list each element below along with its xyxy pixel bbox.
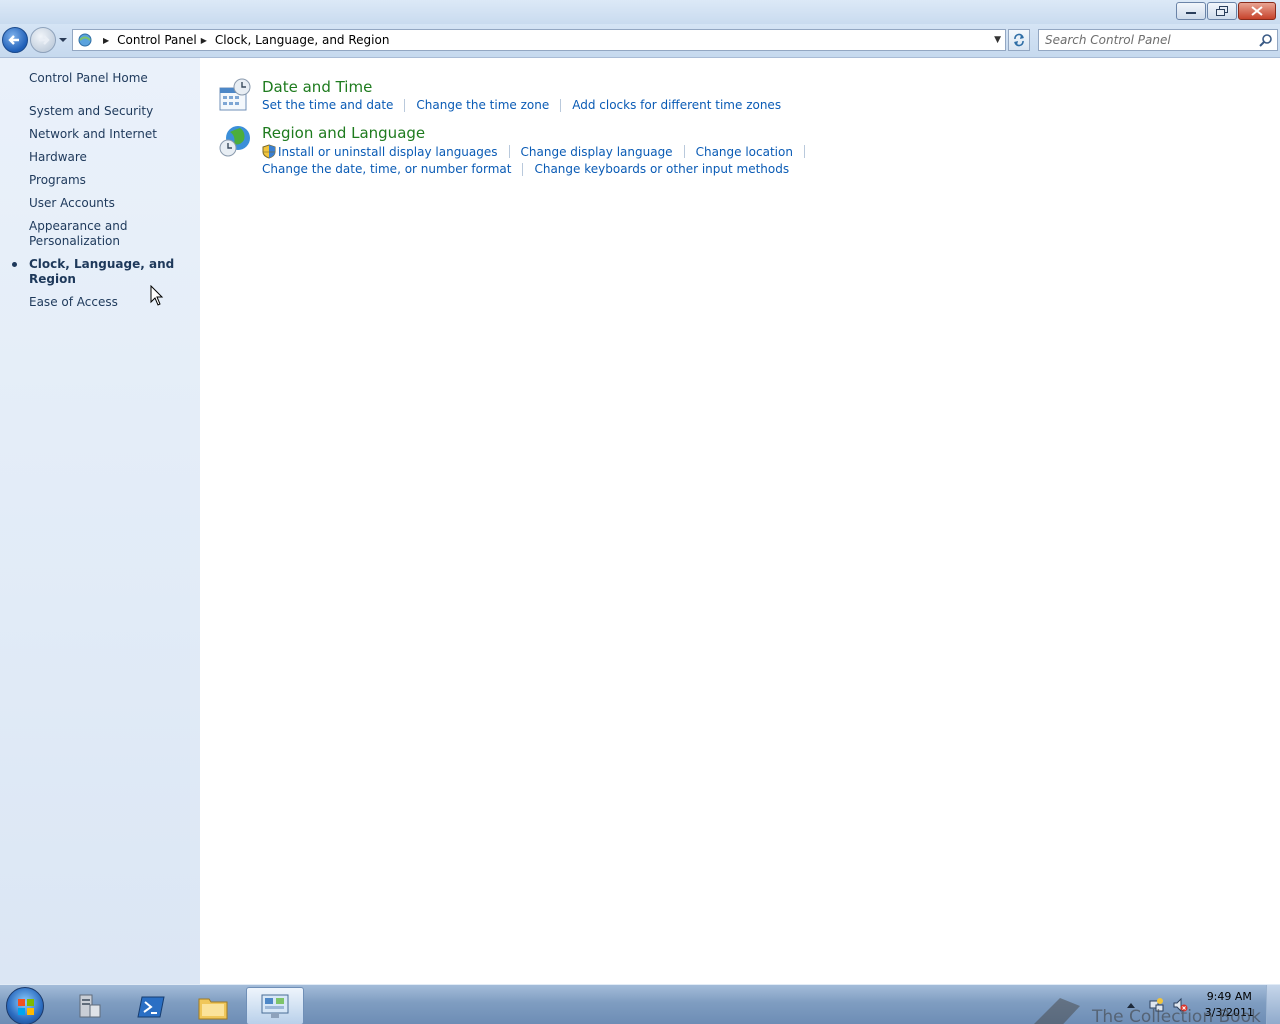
change-time-zone-link[interactable]: Change the time zone	[416, 98, 549, 112]
control-panel-icon	[261, 994, 289, 1018]
show-desktop-button[interactable]	[1266, 985, 1280, 1024]
minimize-icon	[1186, 12, 1196, 14]
active-bullet-icon	[12, 262, 17, 267]
sidebar-category-list: System and Security Network and Internet…	[12, 104, 194, 318]
change-keyboards-link[interactable]: Change keyboards or other input methods	[534, 162, 789, 176]
change-location-link[interactable]: Change location	[696, 145, 793, 159]
address-bar[interactable]: ▶ Control Panel ▶ Clock, Language, and R…	[72, 29, 1006, 51]
refresh-button[interactable]	[1008, 29, 1030, 51]
recent-pages-dropdown[interactable]	[57, 32, 69, 48]
sidebar-item-system-and-security[interactable]: System and Security	[29, 104, 194, 119]
forward-button[interactable]	[30, 27, 56, 53]
link-divider	[508, 145, 510, 158]
sidebar-item-programs[interactable]: Programs	[29, 173, 194, 188]
navigation-bar: ▶ Control Panel ▶ Clock, Language, and R…	[0, 24, 1280, 58]
minimize-button[interactable]	[1176, 2, 1206, 20]
taskbar-explorer[interactable]	[184, 987, 242, 1024]
region-and-language-links-row-1: Install or uninstall display languages C…	[262, 144, 816, 159]
windows-logo-icon	[18, 999, 34, 1015]
mouse-cursor-icon	[150, 285, 164, 306]
refresh-icon	[1014, 33, 1024, 47]
date-and-time-title-link[interactable]: Date and Time	[262, 78, 372, 96]
sidebar-item-clock-language-and-region: Clock, Language, and Region	[12, 257, 194, 287]
back-arrow-icon	[8, 35, 19, 45]
start-button[interactable]	[6, 987, 44, 1024]
globe-clock-icon[interactable]	[218, 124, 252, 158]
search-input[interactable]	[1039, 30, 1249, 50]
breadcrumb-arrow-icon[interactable]: ▶	[201, 36, 207, 45]
control-panel-icon	[78, 33, 92, 47]
region-and-language-title-link[interactable]: Region and Language	[262, 124, 425, 142]
title-bar	[0, 0, 1280, 24]
link-divider	[404, 98, 406, 112]
sidebar-item-ease-of-access[interactable]: Ease of Access	[29, 295, 194, 310]
region-and-language-links-row-2: Change the date, time, or number format …	[262, 162, 789, 176]
breadcrumb-control-panel[interactable]: Control Panel	[117, 33, 197, 47]
search-box	[1038, 29, 1278, 51]
sidebar-item-label: Clock, Language, and Region	[29, 257, 175, 286]
sidebar-item-appearance-and-personalization[interactable]: Appearance and Personalization	[29, 219, 129, 249]
calendar-clock-icon[interactable]	[218, 78, 252, 112]
sidebar-item-user-accounts[interactable]: User Accounts	[29, 196, 194, 211]
link-divider	[683, 145, 685, 158]
watermark-text: The Collection Book	[1092, 1007, 1261, 1024]
search-icon[interactable]	[1259, 33, 1273, 47]
folder-icon	[198, 998, 228, 1020]
taskbar-control-panel[interactable]	[246, 987, 304, 1024]
sidebar: Control Panel Home System and Security N…	[0, 58, 200, 984]
main-content: Date and Time Set the time and date Chan…	[200, 58, 1280, 984]
server-manager-icon	[79, 994, 101, 1018]
taskbar-server-manager[interactable]	[60, 987, 118, 1024]
powershell-icon	[137, 996, 165, 1018]
taskbar-powershell[interactable]	[122, 987, 180, 1024]
close-button[interactable]	[1238, 2, 1276, 20]
address-history-dropdown-icon[interactable]: ▼	[994, 35, 1001, 45]
change-display-language-link[interactable]: Change display language	[521, 145, 673, 159]
add-clocks-link[interactable]: Add clocks for different time zones	[572, 98, 781, 112]
install-uninstall-languages-link[interactable]: Install or uninstall display languages	[278, 145, 498, 159]
restore-icon	[1216, 6, 1228, 16]
window-controls	[1176, 2, 1276, 20]
forward-arrow-icon	[39, 35, 50, 45]
back-button[interactable]	[2, 27, 28, 53]
date-and-time-links: Set the time and date Change the time zo…	[262, 98, 781, 112]
book-icon	[1034, 998, 1080, 1024]
link-divider	[522, 162, 524, 176]
link-divider	[803, 145, 805, 158]
control-panel-home-link[interactable]: Control Panel Home	[29, 71, 148, 85]
change-date-time-number-format-link[interactable]: Change the date, time, or number format	[262, 162, 511, 176]
restore-button[interactable]	[1207, 2, 1237, 20]
watermark: The Collection Book	[1030, 994, 1261, 1024]
link-divider	[560, 98, 562, 112]
sidebar-item-network-and-internet[interactable]: Network and Internet	[29, 127, 194, 142]
close-icon	[1251, 6, 1263, 16]
breadcrumb-arrow-icon[interactable]: ▶	[103, 36, 109, 45]
breadcrumb-current[interactable]: Clock, Language, and Region	[215, 33, 390, 47]
uac-shield-icon	[262, 144, 276, 159]
sidebar-item-hardware[interactable]: Hardware	[29, 150, 194, 165]
set-time-and-date-link[interactable]: Set the time and date	[262, 98, 393, 112]
